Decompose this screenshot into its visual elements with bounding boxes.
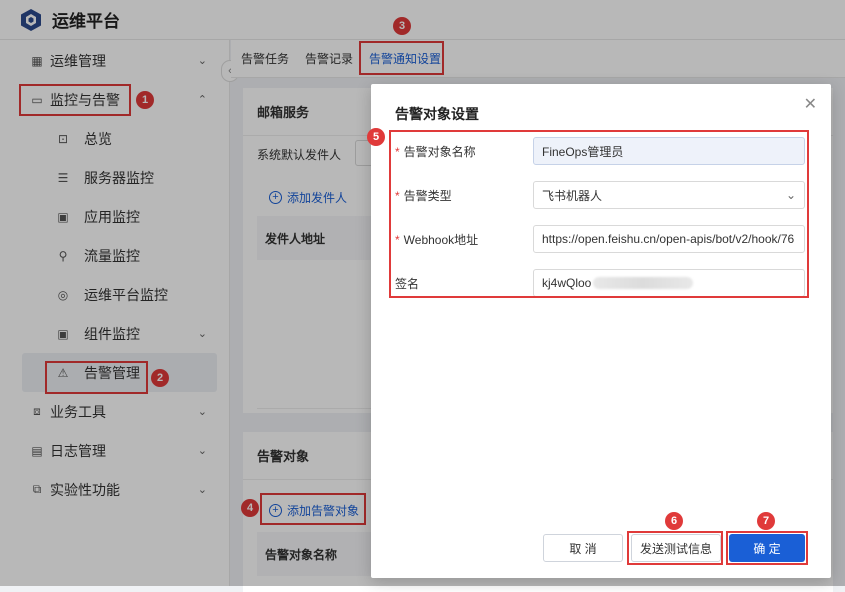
annotation-box-5 (389, 130, 809, 298)
annotation-box-7 (726, 531, 808, 565)
annotation-badge-5: 5 (367, 128, 385, 146)
dialog-title: 告警对象设置 (395, 106, 479, 122)
annotation-box-6 (627, 531, 723, 565)
cancel-button[interactable]: 取 消 (543, 534, 623, 562)
annotation-badge-6: 6 (665, 512, 683, 530)
close-icon[interactable]: ✕ (804, 94, 817, 114)
annotation-badge-7: 7 (757, 512, 775, 530)
alert-target-settings-dialog: 告警对象设置 ✕ * 告警对象名称 FineOps管理员 * 告警类型 飞书机器人 … (367, 84, 831, 578)
